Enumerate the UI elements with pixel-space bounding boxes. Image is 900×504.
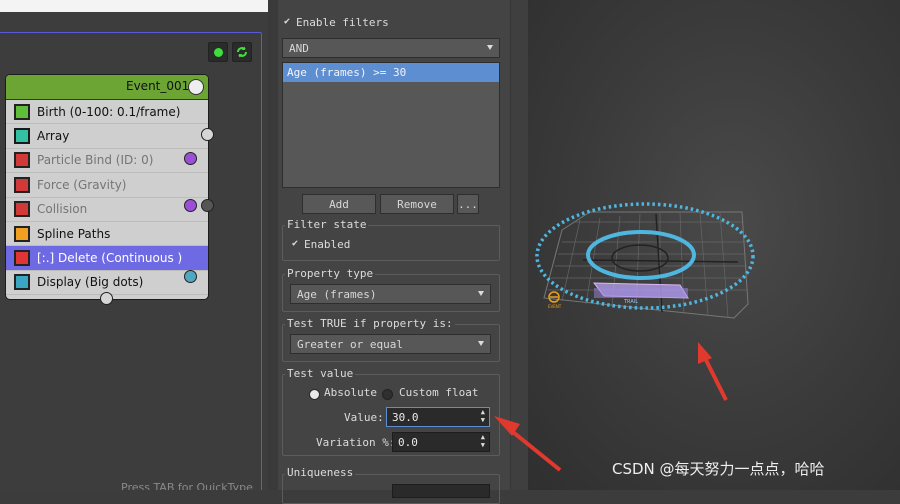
svg-text:EVENT: EVENT	[548, 304, 562, 309]
operator-label: Display (Big dots)	[37, 275, 144, 290]
test-socket-collision[interactable]	[184, 199, 197, 212]
quicktype-hint: Press TAB for QuickType	[121, 481, 253, 490]
green-dot-icon	[213, 47, 223, 57]
chevron-down-icon	[487, 45, 493, 50]
filter-list[interactable]: Age (frames) >= 30	[282, 62, 500, 188]
operator-list: Birth (0-100: 0.1/frame) Array Particle Bi…	[6, 100, 208, 296]
variation-label: Variation %:	[316, 436, 396, 449]
viewport-scene: TRAIL EVENT	[535, 202, 755, 319]
operator-row[interactable]: [:.] Delete (Continuous )	[6, 246, 208, 271]
property-type-title: Property type	[285, 267, 376, 280]
emitter-box: TRAIL	[592, 282, 689, 305]
value-field[interactable]: 30.0	[392, 411, 419, 424]
remove-filter-button[interactable]: Remove	[380, 194, 454, 214]
variation-field[interactable]: 0.0	[398, 436, 418, 449]
particle-bind-icon[interactable]	[14, 152, 30, 169]
add-filter-button[interactable]: Add	[302, 194, 376, 214]
filter-list-item[interactable]: Age (frames) >= 30	[283, 63, 499, 82]
absolute-radio[interactable]	[309, 389, 320, 400]
input-socket[interactable]	[100, 292, 113, 305]
test-value-title: Test value	[285, 367, 356, 380]
viewport[interactable]: TRAIL EVENT	[528, 0, 900, 490]
panel-scrollbar[interactable]	[510, 0, 529, 490]
operator-row[interactable]: Force (Gravity)	[6, 173, 208, 198]
test-condition-value: Greater or equal	[297, 338, 403, 351]
refresh-button[interactable]	[232, 42, 252, 62]
custom-float-label: Custom float	[399, 386, 479, 399]
operator-row[interactable]: Birth (0-100: 0.1/frame)	[6, 100, 208, 125]
enable-filters-checkbox[interactable]: ✔	[284, 17, 294, 27]
particle-view-graph[interactable]: Event_001 Birth (0-100: 0.1/frame) Array P…	[0, 0, 268, 490]
enable-filters-label: Enable filters	[296, 16, 389, 29]
value-spinner[interactable]: 30.0 ▲ ▼	[386, 407, 490, 427]
more-options-button[interactable]: ...	[457, 194, 479, 214]
chevron-down-icon	[478, 291, 484, 296]
test-true-title: Test TRUE if property is:	[285, 317, 455, 330]
refresh-icon	[237, 46, 247, 58]
display-icon[interactable]	[14, 274, 30, 291]
watermark: CSDN @每天努力一点点，哈哈	[612, 460, 825, 478]
helper-icon: EVENT	[548, 291, 562, 309]
operator-label: [:.] Delete (Continuous )	[37, 251, 183, 266]
output-socket-collision[interactable]	[201, 199, 214, 212]
uniqueness-title: Uniqueness	[285, 466, 356, 479]
custom-float-radio[interactable]	[382, 389, 393, 400]
operator-row[interactable]: Collision	[6, 198, 208, 222]
birth-icon[interactable]	[14, 103, 30, 120]
array-icon[interactable]	[14, 128, 30, 145]
operator-label: Particle Bind (ID: 0)	[37, 153, 154, 168]
play-dot-button[interactable]	[208, 42, 228, 62]
enabled-checkbox[interactable]: ✔	[292, 239, 302, 249]
delete-icon[interactable]	[14, 250, 30, 267]
test-condition-dropdown[interactable]: Greater or equal	[290, 334, 491, 354]
output-socket-array[interactable]	[201, 128, 214, 141]
filter-state-title: Filter state	[285, 218, 369, 231]
svg-text:TRAIL: TRAIL	[623, 299, 638, 305]
absolute-label: Absolute	[324, 386, 377, 399]
test-socket-particle-bind[interactable]	[184, 152, 197, 165]
display-color-swatch[interactable]	[184, 270, 197, 283]
inner-ring	[611, 244, 669, 272]
filter-logic-dropdown[interactable]: AND	[282, 38, 500, 58]
panel-left-bar	[268, 0, 278, 490]
spinner-arrows-icon[interactable]: ▲ ▼	[481, 408, 485, 424]
event-node[interactable]: Event_001 Birth (0-100: 0.1/frame) Array P…	[5, 74, 209, 300]
event-title: Event_001	[126, 79, 190, 93]
top-strip	[0, 0, 268, 12]
collision-icon[interactable]	[14, 201, 30, 218]
chevron-down-icon	[478, 341, 484, 346]
operator-label: Birth (0-100: 0.1/frame)	[37, 104, 181, 119]
filter-logic-value: AND	[289, 42, 309, 55]
seed-spinner[interactable]	[392, 484, 490, 498]
operator-row[interactable]: Array	[6, 124, 208, 149]
enabled-label: Enabled	[304, 238, 351, 251]
property-type-dropdown[interactable]: Age (frames)	[290, 284, 491, 304]
value-label: Value:	[344, 411, 384, 424]
bulb-icon[interactable]	[188, 79, 204, 95]
operator-label: Force (Gravity)	[37, 177, 127, 192]
variation-spinner[interactable]: 0.0 ▲ ▼	[392, 432, 490, 452]
spline-paths-icon[interactable]	[14, 225, 30, 242]
parameter-panel: ✔ Enable filters AND Age (frames) >= 30 …	[268, 0, 529, 504]
operator-label: Collision	[37, 202, 88, 217]
operator-label: Array	[37, 129, 70, 144]
operator-row[interactable]: Spline Paths	[6, 222, 208, 247]
operator-row[interactable]: Particle Bind (ID: 0)	[6, 149, 208, 174]
operator-label: Spline Paths	[37, 226, 111, 241]
event-header[interactable]: Event_001	[6, 75, 208, 100]
property-type-value: Age (frames)	[297, 288, 377, 301]
spinner-arrows-icon[interactable]: ▲ ▼	[481, 433, 485, 449]
grid-plane	[543, 211, 749, 319]
force-icon[interactable]	[14, 176, 30, 193]
